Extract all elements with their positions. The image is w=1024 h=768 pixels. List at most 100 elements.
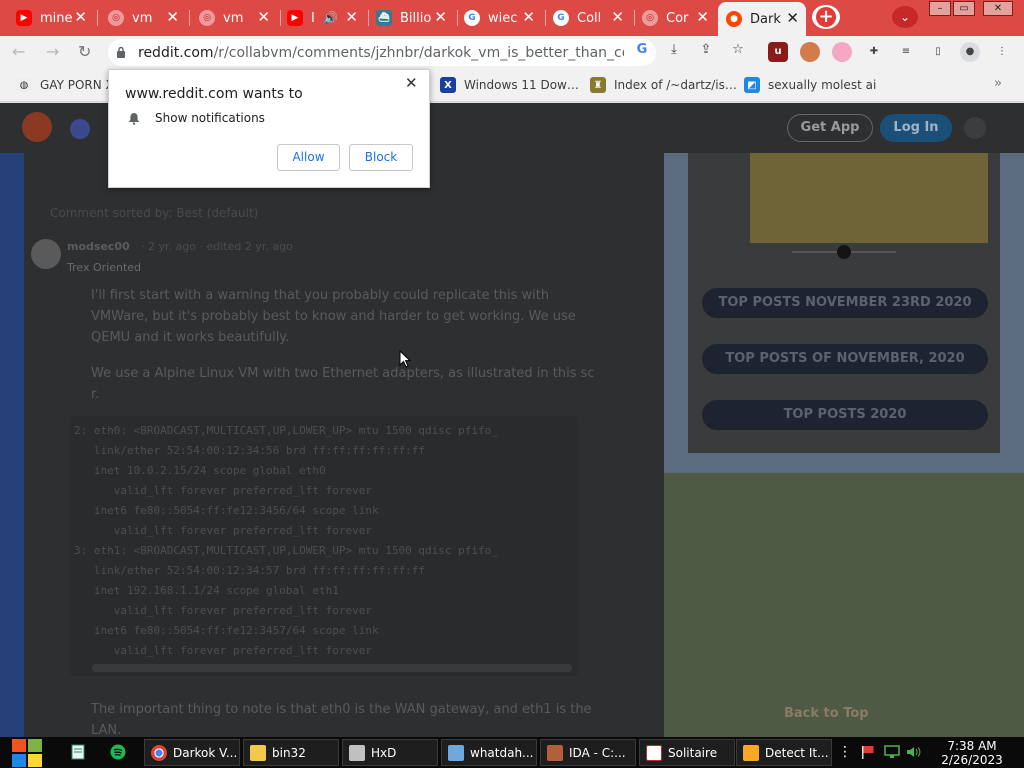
close-window-button[interactable]: ✕ — [983, 1, 1013, 16]
globe-icon: ◍ — [16, 77, 32, 93]
close-icon[interactable]: ✕ — [345, 9, 358, 25]
close-icon[interactable]: ✕ — [611, 9, 624, 25]
subreddit-icon[interactable] — [70, 119, 90, 139]
tab-vm-1[interactable]: ◎ vm ✕ — [100, 4, 186, 32]
notepad-icon[interactable] — [70, 744, 86, 760]
tab-google-coll[interactable]: G Coll ✕ — [545, 4, 631, 32]
tab-cor[interactable]: ◎ Cor ✕ — [634, 4, 716, 32]
media-icon[interactable]: ≡ — [896, 42, 916, 62]
tab-strip: ▶ mine ✕ ◎ vm ✕ ◎ vm ✕ ▶ I 🔊 ✕ ⛴ Billio … — [0, 0, 1024, 36]
close-icon[interactable]: ✕ — [405, 74, 418, 92]
tab-google-wiec[interactable]: G wiec ✕ — [456, 4, 542, 32]
avatar-extension-icon[interactable] — [800, 42, 820, 62]
bookmarks-overflow-icon[interactable]: » — [994, 76, 1002, 91]
comment-paragraph: We use a Alpine Linux VM with two Ethern… — [91, 363, 595, 405]
bookmark-item[interactable]: ◩ sexually molest ai — [744, 77, 876, 93]
text-line: r. — [91, 387, 100, 402]
close-icon[interactable]: ✕ — [257, 9, 270, 25]
tray-overflow-icon[interactable]: ⋮ — [838, 745, 854, 759]
login-button[interactable]: Log In — [880, 114, 952, 142]
new-tab-button[interactable]: + — [812, 5, 840, 29]
close-icon[interactable]: ✕ — [786, 10, 799, 26]
spotify-icon[interactable] — [110, 744, 126, 760]
taskbar-item-ida[interactable]: IDA - C:... — [540, 739, 636, 766]
speaker-icon[interactable]: 🔊 — [323, 11, 338, 25]
install-icon[interactable]: ⤓ — [664, 40, 684, 60]
tab-youtube-audio[interactable]: ▶ I 🔊 ✕ — [279, 4, 365, 32]
code-line: inet 10.0.2.15/24 scope global eth0 — [74, 464, 326, 477]
taskbar-item-whatdah[interactable]: whatdah... — [441, 739, 537, 766]
close-icon[interactable]: ✕ — [434, 9, 447, 25]
top-posts-year-button[interactable]: TOP POSTS 2020 — [702, 400, 988, 430]
back-to-top-button[interactable]: Back to Top — [784, 706, 869, 721]
lock-icon[interactable] — [116, 46, 126, 58]
system-clock[interactable]: 7:38 AM 2/26/2023 — [936, 739, 1008, 767]
windows-start-icon[interactable] — [10, 737, 44, 768]
bookmark-item[interactable]: X Windows 11 Dow… — [440, 77, 579, 93]
top-posts-day-button[interactable]: TOP POSTS NOVEMBER 23RD 2020 — [702, 288, 988, 318]
text-line: VMWare, but it's probably best to know a… — [91, 309, 576, 324]
detect-icon — [743, 744, 759, 761]
maximize-button[interactable]: ▭ — [953, 1, 975, 16]
avatar[interactable] — [31, 239, 61, 269]
taskbar-item-chrome[interactable]: Darkok V... — [144, 739, 240, 766]
bookmark-item[interactable]: ◍ GAY PORN X — [16, 77, 114, 93]
code-line: link/ether 52:54:00:12:34:56 brd ff:ff:f… — [74, 444, 425, 457]
puzzle-icon[interactable]: ✚ — [864, 42, 884, 62]
network-icon[interactable] — [884, 745, 900, 759]
close-icon[interactable]: ✕ — [166, 9, 179, 25]
tab-vm-2[interactable]: ◎ vm ✕ — [191, 4, 277, 32]
taskbar-item-bin32[interactable]: bin32 — [243, 739, 339, 766]
tab-reddit-active[interactable]: ● Dark ✕ — [718, 2, 806, 36]
url-text: reddit.com/r/collabvm/comments/jzhnbr/da… — [138, 45, 624, 61]
bookmark-star-icon[interactable]: ☆ — [728, 40, 748, 60]
close-icon[interactable]: ✕ — [522, 9, 535, 25]
menu-icon[interactable]: ⋮ — [992, 42, 1012, 62]
flag-extension-icon[interactable] — [832, 42, 852, 62]
ublock-icon[interactable]: u — [768, 42, 788, 62]
share-icon[interactable]: ⇪ — [696, 40, 716, 60]
tab-billio[interactable]: ⛴ Billio ✕ — [368, 4, 454, 32]
code-line: link/ether 52:54:00:12:34:57 brd ff:ff:f… — [74, 564, 425, 577]
carousel-dot[interactable] — [837, 245, 851, 259]
taskbar-item-solitaire[interactable]: Solitaire — [639, 739, 735, 766]
tab-youtube-mine[interactable]: ▶ mine ✕ — [8, 4, 94, 32]
comment-sort[interactable]: Comment sorted by: Best (default) — [50, 206, 258, 220]
address-bar[interactable]: reddit.com/r/collabvm/comments/jzhnbr/da… — [108, 39, 656, 66]
back-icon[interactable]: ← — [12, 43, 25, 61]
clock-date: 2/26/2023 — [941, 753, 1003, 767]
top-posts-month-button[interactable]: TOP POSTS OF NOVEMBER, 2020 — [702, 344, 988, 374]
taskbar-item-hxd[interactable]: HxD — [342, 739, 438, 766]
cards-icon — [646, 744, 662, 761]
block-button[interactable]: Block — [349, 144, 413, 171]
tab-divider — [97, 10, 98, 26]
youtube-icon: ▶ — [287, 10, 303, 26]
reload-icon[interactable]: ↻ — [78, 43, 91, 61]
taskbar-item-detect-it[interactable]: Detect It... — [736, 739, 832, 766]
side-panel-icon[interactable]: ▯ — [928, 42, 948, 62]
code-line: inet6 fe80::5054:ff:fe12:3456/64 scope l… — [74, 504, 379, 517]
profile-icon[interactable]: ● — [960, 42, 980, 62]
taskbar-label: Detect It... — [765, 745, 829, 760]
get-app-button[interactable]: Get App — [787, 114, 873, 142]
action-center-flag-icon[interactable] — [860, 745, 876, 759]
user-menu-icon[interactable] — [964, 117, 986, 139]
bell-icon — [129, 113, 139, 125]
comment-username[interactable]: modsec00 — [67, 240, 130, 253]
tab-search-button[interactable]: ⌄ — [892, 6, 918, 28]
horizontal-scrollbar[interactable] — [92, 664, 572, 672]
close-icon[interactable]: ✕ — [696, 9, 709, 25]
dialog-title: www.reddit.com wants to — [125, 86, 303, 102]
generic-site-icon: ◎ — [642, 10, 658, 26]
close-icon[interactable]: ✕ — [74, 9, 87, 25]
bookmark-item[interactable]: ♜ Index of /~dartz/is… — [590, 77, 737, 93]
allow-button[interactable]: Allow — [277, 144, 340, 171]
google-lens-icon[interactable]: G — [632, 40, 652, 60]
taskbar-label: Darkok V... — [173, 745, 238, 760]
minimize-button[interactable]: – — [929, 1, 951, 16]
code-line: valid_lft forever preferred_lft forever — [74, 604, 373, 617]
reddit-logo-icon[interactable] — [22, 112, 52, 142]
forward-icon[interactable]: → — [46, 43, 59, 61]
volume-icon[interactable] — [906, 745, 922, 759]
code-block[interactable]: 2: eth0: <BROADCAST,MULTICAST,UP,LOWER_U… — [70, 416, 578, 676]
